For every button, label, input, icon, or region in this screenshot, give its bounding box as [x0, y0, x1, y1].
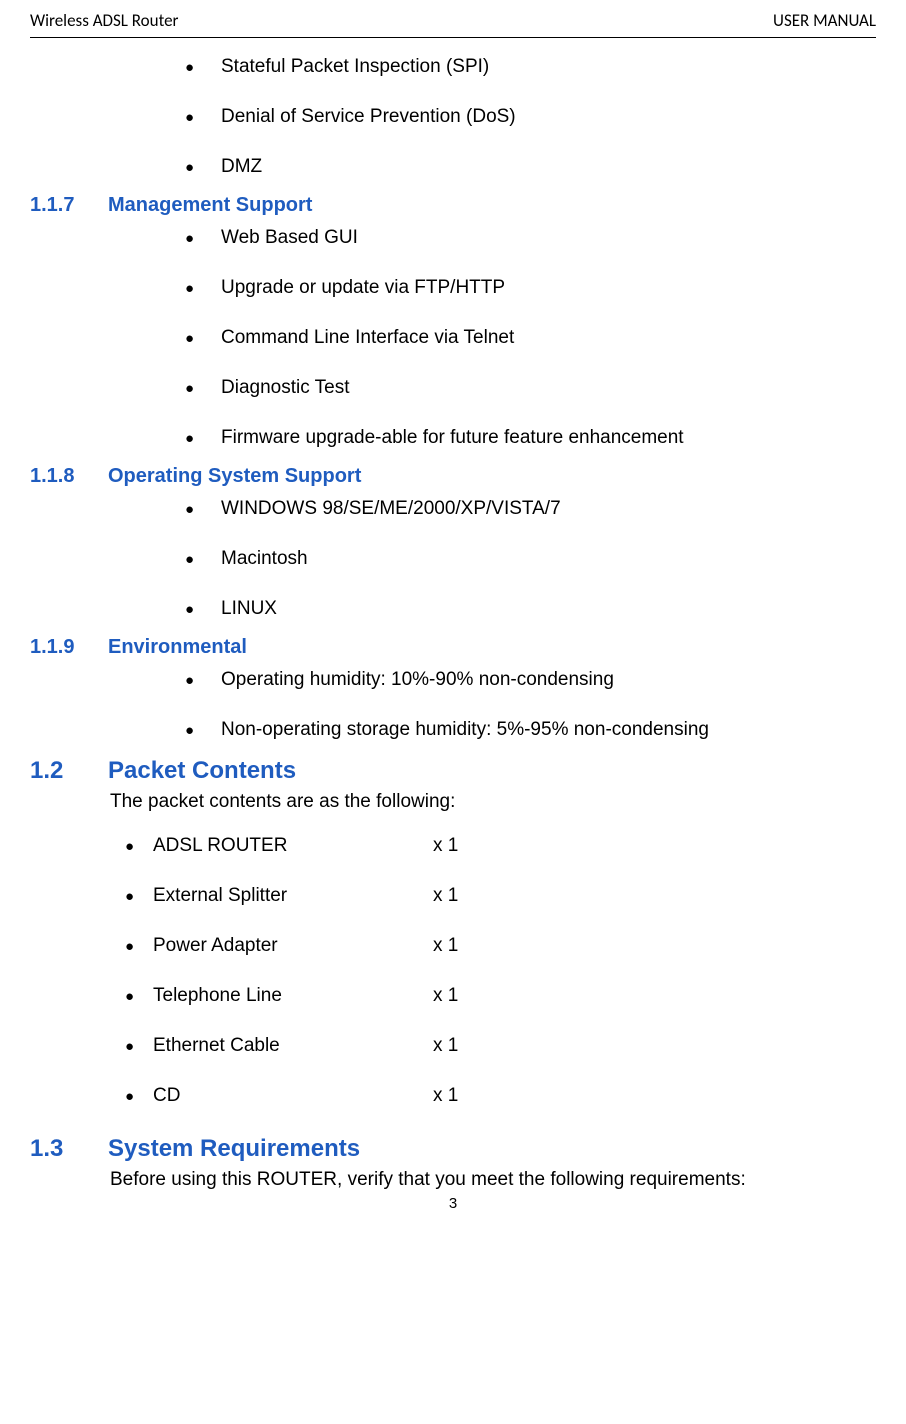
item-text: Operating humidity: 10%-90% non-condensi…	[221, 669, 614, 691]
item-text: Command Line Interface via Telnet	[221, 327, 514, 349]
os-list: ●WINDOWS 98/SE/ME/2000/XP/VISTA/7 ●Macin…	[185, 498, 876, 620]
item-qty: x 1	[433, 1035, 458, 1057]
item-name: ADSL ROUTER	[153, 835, 433, 857]
management-list: ●Web Based GUI ●Upgrade or update via FT…	[185, 227, 876, 449]
list-item: ●WINDOWS 98/SE/ME/2000/XP/VISTA/7	[185, 498, 876, 520]
bullet-icon: ●	[185, 158, 221, 177]
heading-num: 1.1.7	[30, 194, 108, 217]
heading-1-1-9: 1.1.9Environmental	[30, 636, 876, 659]
item-qty: x 1	[433, 835, 458, 857]
heading-title: Packet Contents	[108, 757, 296, 784]
bullet-icon: ●	[185, 108, 221, 127]
heading-num: 1.3	[30, 1135, 108, 1163]
bullet-icon: ●	[185, 550, 221, 569]
list-item: ● Power Adapter x 1	[125, 935, 876, 957]
bullet-icon: ●	[185, 279, 221, 298]
item-qty: x 1	[433, 985, 458, 1007]
list-item: ● Stateful Packet Inspection (SPI)	[185, 56, 876, 78]
bullet-icon: ●	[125, 937, 153, 956]
item-name: Ethernet Cable	[153, 1035, 433, 1057]
item-text: Upgrade or update via FTP/HTTP	[221, 277, 505, 299]
list-item: ● External Splitter x 1	[125, 885, 876, 907]
bullet-icon: ●	[185, 58, 221, 77]
item-text: Non-operating storage humidity: 5%-95% n…	[221, 719, 709, 741]
heading-title: Management Support	[108, 194, 312, 216]
bullet-icon: ●	[185, 500, 221, 519]
bullet-icon: ●	[185, 671, 221, 690]
list-item: ● ADSL ROUTER x 1	[125, 835, 876, 857]
page-number: 3	[30, 1195, 876, 1212]
bullet-icon: ●	[125, 987, 153, 1006]
sysreq-intro: Before using this ROUTER, verify that yo…	[110, 1169, 876, 1191]
bullet-icon: ●	[185, 721, 221, 740]
heading-1-2: 1.2Packet Contents	[30, 757, 876, 785]
header-left: Wireless ADSL Router	[30, 10, 178, 31]
header-right: USER MANUAL	[773, 10, 876, 31]
packet-contents-list: ● ADSL ROUTER x 1 ● External Splitter x …	[125, 835, 876, 1107]
list-item: ●LINUX	[185, 598, 876, 620]
heading-title: Environmental	[108, 636, 247, 658]
item-text: Firmware upgrade-able for future feature…	[221, 427, 684, 449]
item-text: Denial of Service Prevention (DoS)	[221, 106, 516, 128]
bullet-icon: ●	[125, 887, 153, 906]
bullet-icon: ●	[185, 429, 221, 448]
list-item: ●Operating humidity: 10%-90% non-condens…	[185, 669, 876, 691]
bullet-icon: ●	[185, 229, 221, 248]
heading-title: Operating System Support	[108, 465, 361, 487]
bullet-icon: ●	[125, 1087, 153, 1106]
item-text: WINDOWS 98/SE/ME/2000/XP/VISTA/7	[221, 498, 561, 520]
list-item: ● CD x 1	[125, 1085, 876, 1107]
heading-1-3: 1.3System Requirements	[30, 1135, 876, 1163]
item-text: Web Based GUI	[221, 227, 358, 249]
list-item: ●Command Line Interface via Telnet	[185, 327, 876, 349]
heading-title: System Requirements	[108, 1135, 360, 1162]
item-text: Stateful Packet Inspection (SPI)	[221, 56, 489, 78]
list-item: ●Web Based GUI	[185, 227, 876, 249]
heading-num: 1.1.9	[30, 636, 108, 659]
heading-1-1-7: 1.1.7Management Support	[30, 194, 876, 217]
list-item: ● Denial of Service Prevention (DoS)	[185, 106, 876, 128]
bullet-icon: ●	[185, 600, 221, 619]
packet-intro: The packet contents are as the following…	[110, 791, 876, 813]
list-item: ●Macintosh	[185, 548, 876, 570]
item-text: Diagnostic Test	[221, 377, 350, 399]
env-list: ●Operating humidity: 10%-90% non-condens…	[185, 669, 876, 741]
item-name: External Splitter	[153, 885, 433, 907]
list-item: ●Diagnostic Test	[185, 377, 876, 399]
bullet-icon: ●	[125, 1037, 153, 1056]
heading-num: 1.1.8	[30, 465, 108, 488]
page-header: Wireless ADSL Router USER MANUAL	[30, 10, 876, 38]
item-text: LINUX	[221, 598, 277, 620]
heading-1-1-8: 1.1.8Operating System Support	[30, 465, 876, 488]
heading-num: 1.2	[30, 757, 108, 785]
page-container: Wireless ADSL Router USER MANUAL ● State…	[0, 0, 906, 1232]
list-item: ● Telephone Line x 1	[125, 985, 876, 1007]
list-item: ●Upgrade or update via FTP/HTTP	[185, 277, 876, 299]
item-qty: x 1	[433, 935, 458, 957]
item-text: Macintosh	[221, 548, 308, 570]
list-item: ●Firmware upgrade-able for future featur…	[185, 427, 876, 449]
item-text: DMZ	[221, 156, 262, 178]
bullet-icon: ●	[185, 379, 221, 398]
bullet-icon: ●	[185, 329, 221, 348]
list-item: ● Ethernet Cable x 1	[125, 1035, 876, 1057]
item-name: Telephone Line	[153, 985, 433, 1007]
list-item: ● DMZ	[185, 156, 876, 178]
item-qty: x 1	[433, 885, 458, 907]
firewall-list: ● Stateful Packet Inspection (SPI) ● Den…	[185, 56, 876, 178]
item-name: Power Adapter	[153, 935, 433, 957]
bullet-icon: ●	[125, 837, 153, 856]
item-name: CD	[153, 1085, 433, 1107]
item-qty: x 1	[433, 1085, 458, 1107]
list-item: ●Non-operating storage humidity: 5%-95% …	[185, 719, 876, 741]
